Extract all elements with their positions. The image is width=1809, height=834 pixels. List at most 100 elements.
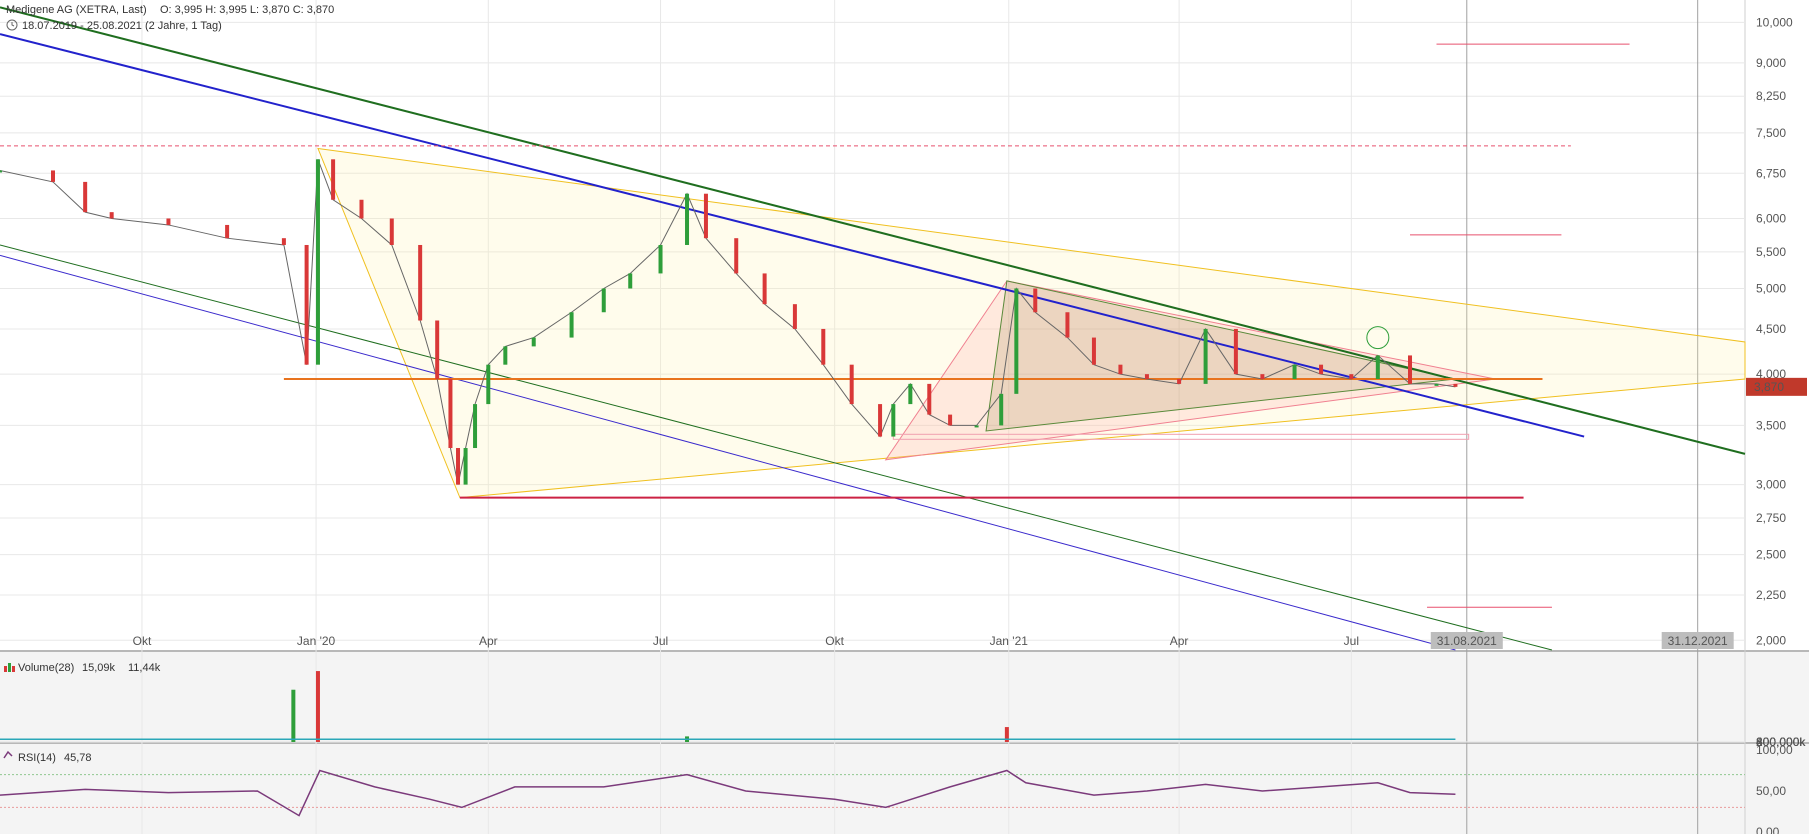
price-candle (473, 404, 478, 449)
chart-root: 10,000 9,000 8,250 7,500 6,750 6,000 5,500 5,00… (0, 0, 1809, 834)
price-candle (999, 393, 1004, 426)
price-candle (628, 273, 633, 289)
price-y-tick: 5,500 (1756, 245, 1786, 259)
rsi-pane-bg (0, 744, 1809, 834)
price-candle (304, 244, 309, 365)
price-candle (456, 448, 461, 485)
last-price-badge: 3,870 (1746, 377, 1807, 396)
x-tick-label: Jul (1344, 634, 1359, 648)
rsi-legend-name: RSI(14) (18, 752, 56, 764)
last-price-text: 3,870 (1754, 380, 1784, 394)
price-candle (486, 364, 491, 405)
price-y-tick: 3,500 (1756, 418, 1786, 432)
volume-legend-name: Volume(28) (18, 662, 74, 674)
price-candle (703, 193, 708, 239)
price-y-tick: 6,750 (1756, 166, 1786, 180)
instrument-title: Medigene AG (XETRA, Last) (6, 4, 147, 16)
price-candle (1434, 383, 1439, 386)
price-y-tick: 10,000 (1756, 15, 1793, 29)
price-candle (1144, 374, 1149, 379)
price-candle (821, 328, 826, 365)
price-candle (435, 320, 440, 379)
price-candle (418, 244, 423, 321)
date-marker-badge: 31.08.2021 (1430, 632, 1503, 649)
x-tick-label: Okt (133, 634, 152, 648)
price-candle (1065, 312, 1070, 338)
price-candle (1349, 374, 1354, 379)
price-candle (849, 364, 854, 405)
period-readout: 18.07.2019 - 25.08.2021 (2 Jahre, 1 Tag) (22, 20, 222, 32)
price-candle (1375, 355, 1380, 379)
price-candle (109, 212, 114, 219)
date-marker-badge: 31.12.2021 (1661, 632, 1734, 649)
price-candle (948, 414, 953, 426)
price-candle (531, 337, 536, 347)
price-candle (1260, 374, 1265, 379)
x-tick-label: Apr (1170, 634, 1189, 648)
price-candle (1118, 364, 1123, 375)
price-candle (734, 238, 739, 274)
date-marker-label: 31.08.2021 (1437, 634, 1497, 648)
price-candle (1014, 288, 1019, 394)
price-candle (1408, 355, 1413, 384)
volume-pane-bg (0, 652, 1809, 742)
rsi-legend-value: 45,78 (64, 752, 92, 764)
price-candle (1203, 328, 1208, 384)
price-candle (658, 244, 663, 274)
rsi-y-tick: 0,00 (1756, 825, 1780, 834)
price-candle (463, 448, 468, 485)
volume-legend-bar (8, 663, 11, 672)
price-y-tick: 9,000 (1756, 56, 1786, 70)
price-candle (792, 304, 797, 329)
price-candle (359, 199, 364, 219)
price-candle (1033, 288, 1038, 313)
price-candle (1091, 337, 1096, 365)
rsi-y-tick: 100,00 (1756, 743, 1793, 757)
volume-legend-bar (12, 666, 15, 672)
price-candle (448, 378, 453, 449)
price-y-tick: 2,250 (1756, 588, 1786, 602)
volume-legend-bar (4, 666, 7, 672)
x-tick-label: Apr (479, 634, 498, 648)
price-candle (908, 383, 913, 405)
price-y-tick: 3,000 (1756, 478, 1786, 492)
price-candle (83, 181, 88, 213)
price-candle (331, 159, 336, 200)
price-candle (891, 404, 896, 437)
price-candle (601, 288, 606, 313)
price-candle (878, 404, 883, 437)
price-y-tick: 6,000 (1756, 211, 1786, 225)
price-candle (281, 238, 286, 245)
price-candle (1292, 364, 1297, 379)
price-candle (503, 346, 508, 365)
price-candle (50, 170, 55, 182)
price-y-tick: 2,500 (1756, 548, 1786, 562)
date-marker-label: 31.12.2021 (1668, 634, 1728, 648)
volume-bar (291, 689, 296, 742)
price-y-tick: 7,500 (1756, 126, 1786, 140)
price-y-tick: 2,750 (1756, 511, 1786, 525)
price-candle (1177, 378, 1182, 384)
price-y-tick: 2,000 (1756, 633, 1786, 647)
stock-chart[interactable]: 10,000 9,000 8,250 7,500 6,750 6,000 5,500 5,00… (0, 0, 1809, 834)
price-candle (1453, 383, 1458, 387)
price-candle (569, 312, 574, 338)
x-tick-label: Jul (653, 634, 668, 648)
price-candle (974, 425, 979, 428)
volume-legend-value-2: 11,44k (128, 662, 161, 674)
price-candle (315, 159, 320, 365)
price-candle (1233, 328, 1238, 375)
price-candle (0, 170, 2, 173)
price-candle (927, 383, 932, 415)
x-tick-label: Jan '20 (297, 634, 336, 648)
price-candle (389, 218, 394, 245)
price-y-tick: 8,250 (1756, 89, 1786, 103)
x-tick-label: Jan '21 (990, 634, 1029, 648)
price-y-tick: 5,000 (1756, 281, 1786, 295)
price-y-tick: 4,500 (1756, 322, 1786, 336)
price-candle (166, 218, 171, 225)
price-candle (685, 193, 690, 245)
volume-legend-value-1: 15,09k (82, 662, 116, 674)
price-candle (762, 273, 767, 305)
price-candle (225, 224, 230, 239)
